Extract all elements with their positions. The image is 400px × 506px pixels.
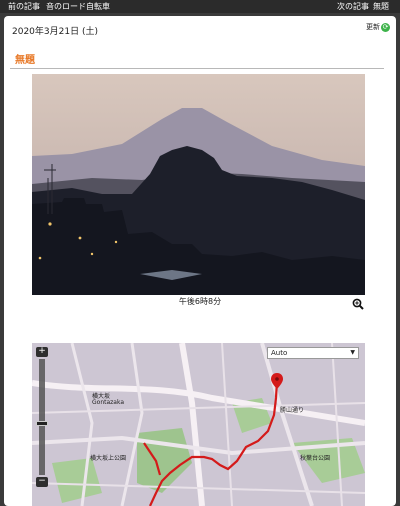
top-nav-bar: 前の記事 音のロード自転車 次の記事 無題 [0, 0, 400, 13]
update-label: 更新 [366, 23, 380, 31]
post-card: 2020年3月21日 (土) 更新 ⟳ 無題 午後6時8分 Auto ▼ + −… [4, 16, 396, 506]
post-photo[interactable] [32, 74, 365, 295]
title-divider [10, 68, 384, 69]
post-title: 無題 [15, 55, 35, 66]
map-label-place1-romaji: Gontazaka [92, 399, 125, 406]
route-map[interactable]: Auto ▼ + − 横大坂 Gontazaka 横大坂上公園 勝山通り 秋葉台… [32, 343, 365, 506]
untitled-link[interactable]: 無題 [373, 0, 389, 13]
map-label-place4: 秋葉台公園 [300, 455, 331, 462]
prev-post-link[interactable]: 前の記事 [8, 0, 40, 13]
update-button[interactable]: 更新 ⟳ [366, 22, 390, 32]
map-type-select[interactable]: Auto ▼ [267, 347, 359, 359]
map-zoom-slider-track[interactable] [39, 359, 45, 475]
map-zoom-slider-handle[interactable] [36, 421, 48, 426]
map-label-place2: 横大坂上公園 [90, 455, 127, 462]
refresh-icon: ⟳ [381, 22, 390, 32]
map-zoom-control: + − [36, 347, 48, 487]
next-post-link[interactable]: 次の記事 [337, 0, 369, 13]
map-zoom-out-button[interactable]: − [36, 477, 48, 487]
blog-name-link[interactable]: 音のロード自転車 [46, 0, 110, 13]
photo-caption: 午後6時8分 [178, 297, 222, 306]
zoom-in-icon[interactable] [352, 295, 364, 310]
map-label-place3: 勝山通り [280, 407, 305, 414]
map-type-value: Auto [271, 349, 288, 357]
map-zoom-in-button[interactable]: + [36, 347, 48, 357]
post-date: 2020年3月21日 (土) [12, 27, 98, 37]
chevron-down-icon: ▼ [350, 349, 355, 356]
